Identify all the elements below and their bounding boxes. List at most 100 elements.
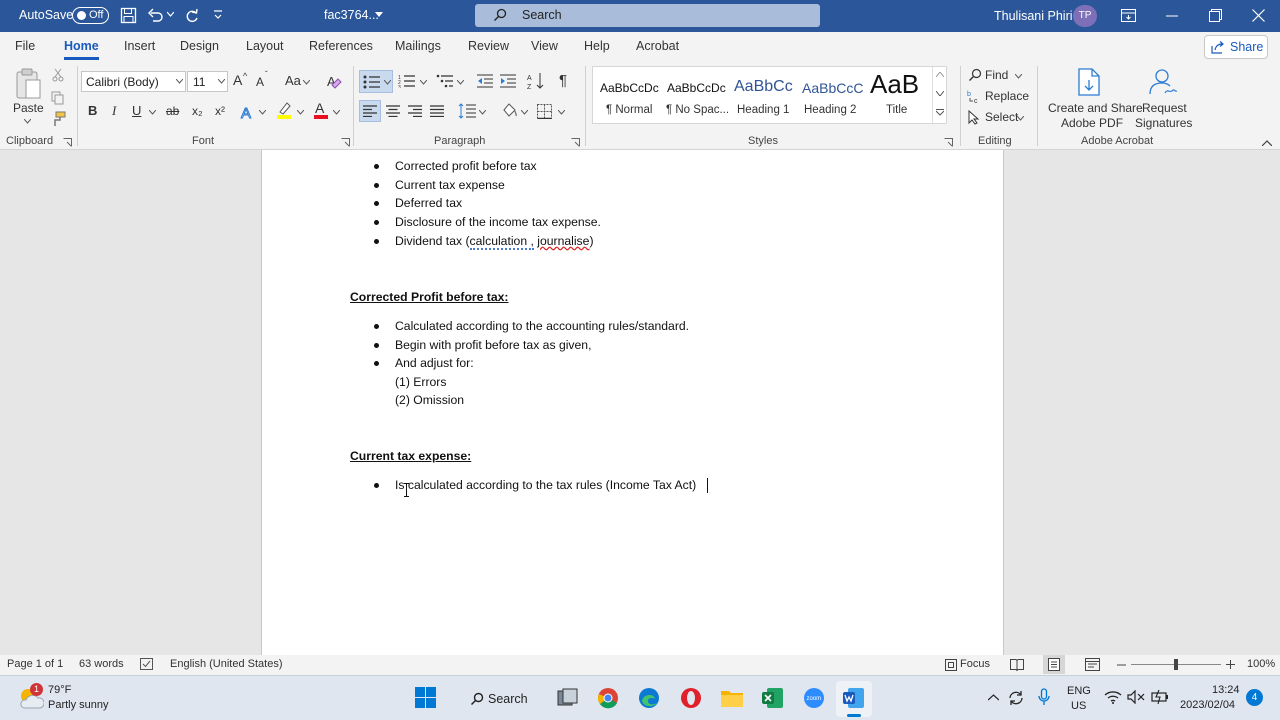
list-item[interactable]: Is calculated according to the tax rules… (395, 478, 696, 492)
input-language-bottom[interactable]: US (1071, 700, 1086, 712)
show-formatting-marks-icon[interactable]: ¶ (559, 72, 567, 89)
taskbar-search-button[interactable]: Search (462, 686, 532, 712)
bold-button[interactable]: B (88, 103, 97, 118)
hidden-icons-chevron-icon[interactable] (988, 694, 999, 701)
redo-icon[interactable] (183, 7, 200, 24)
word-count[interactable]: 63 words (79, 658, 124, 670)
sub-list-item[interactable]: (2) Omission (395, 393, 464, 407)
undo-dropdown-icon[interactable] (167, 10, 174, 18)
paste-button[interactable]: Paste (10, 66, 46, 130)
weather-description[interactable]: Partly sunny (48, 699, 109, 711)
zoom-in-icon[interactable] (1226, 660, 1235, 669)
close-icon[interactable] (1252, 9, 1265, 22)
zoom-level[interactable]: 100% (1247, 658, 1275, 670)
task-view-icon[interactable] (557, 688, 579, 708)
print-layout-button[interactable] (1043, 655, 1065, 674)
copy-icon[interactable] (48, 88, 68, 108)
grow-font-icon[interactable]: A (233, 72, 242, 88)
edge-icon[interactable] (638, 687, 660, 709)
excel-icon[interactable] (762, 687, 784, 709)
underline-button[interactable]: U (132, 103, 141, 118)
list-item-dividend[interactable]: Dividend tax (calculation , journalise) (395, 234, 594, 250)
section-heading[interactable]: Current tax expense: (350, 449, 471, 463)
wifi-icon[interactable] (1104, 690, 1122, 704)
list-item[interactable]: Begin with profit before tax as given, (395, 338, 591, 352)
tab-help[interactable]: Help (584, 39, 610, 53)
create-share-pdf-button[interactable]: Create and Share Adobe PDF (1044, 66, 1143, 130)
word-taskbar-button[interactable] (836, 681, 872, 717)
style-heading1[interactable]: AaBbCc Heading 1 (731, 69, 797, 121)
filename-chevron-icon[interactable] (375, 12, 383, 18)
sub-list-item[interactable]: (1) Errors (395, 375, 446, 389)
file-explorer-icon[interactable] (720, 688, 744, 708)
notification-badge[interactable]: 4 (1246, 689, 1263, 706)
read-mode-icon[interactable] (1010, 658, 1024, 671)
tab-insert[interactable]: Insert (124, 39, 155, 53)
text-effects-icon[interactable]: A (238, 102, 258, 122)
style-title[interactable]: AaB Title (867, 69, 929, 121)
page-count[interactable]: Page 1 of 1 (7, 658, 63, 670)
italic-button[interactable]: I (112, 103, 116, 119)
input-language-top[interactable]: ENG (1067, 685, 1091, 697)
list-item[interactable]: Corrected profit before tax (395, 159, 537, 173)
save-icon[interactable] (120, 7, 137, 24)
clear-formatting-icon[interactable]: A (324, 71, 344, 91)
superscript-button[interactable]: x² (215, 104, 225, 118)
zoom-app-icon[interactable]: zoom (803, 687, 825, 709)
clock-date[interactable]: 2023/02/04 (1180, 699, 1235, 711)
style-normal[interactable]: AaBbCcDc ¶ Normal (595, 69, 660, 121)
avatar[interactable]: TP (1073, 5, 1097, 27)
tab-view[interactable]: View (531, 39, 558, 53)
style-no-spacing[interactable]: AaBbCcDc ¶ No Spac... (662, 69, 729, 121)
list-item[interactable]: Deferred tax (395, 196, 462, 210)
minimize-icon[interactable] (1166, 15, 1178, 17)
zoom-slider-thumb[interactable] (1174, 659, 1178, 670)
opera-icon[interactable] (680, 687, 702, 709)
search-box[interactable]: Search (475, 4, 820, 27)
share-button[interactable]: Share (1204, 35, 1268, 59)
highlight-icon[interactable] (274, 100, 294, 120)
tab-acrobat[interactable]: Acrobat (636, 39, 679, 53)
document-page[interactable]: Corrected profit before tax Current tax … (261, 150, 1004, 655)
clock-time[interactable]: 13:24 (1212, 684, 1240, 696)
tab-layout[interactable]: Layout (246, 39, 284, 53)
cut-icon[interactable] (48, 65, 68, 85)
subscript-button[interactable]: x₂ (192, 104, 203, 118)
tab-review[interactable]: Review (468, 39, 509, 53)
focus-icon[interactable] (945, 659, 957, 671)
language-indicator[interactable]: English (United States) (170, 658, 283, 670)
microphone-icon[interactable] (1038, 688, 1050, 706)
customize-toolbar-icon[interactable] (213, 10, 223, 20)
web-layout-icon[interactable] (1085, 658, 1100, 671)
tab-mailings[interactable]: Mailings (395, 39, 441, 53)
list-item[interactable]: And adjust for: (395, 356, 474, 370)
restore-icon[interactable] (1209, 9, 1222, 22)
section-heading[interactable]: Corrected Profit before tax: (350, 290, 508, 304)
list-item[interactable]: Disclosure of the income tax expense. (395, 215, 601, 229)
document-filename[interactable]: fac3764... (324, 8, 379, 22)
font-color-icon[interactable]: A (311, 100, 331, 120)
styles-scrollbar[interactable] (932, 67, 947, 123)
undo-icon[interactable] (147, 7, 164, 24)
request-signatures-button[interactable]: Request Signatures (1134, 66, 1192, 130)
shrink-font-icon[interactable]: A (256, 75, 264, 89)
list-item[interactable]: Current tax expense (395, 178, 505, 192)
tab-references[interactable]: References (309, 39, 373, 53)
tab-file[interactable]: File (15, 39, 35, 53)
format-painter-icon[interactable] (48, 109, 68, 129)
focus-button[interactable]: Focus (960, 658, 990, 670)
align-left-button[interactable] (359, 100, 381, 122)
font-name-select[interactable]: Calibri (Body) (81, 71, 186, 92)
start-icon[interactable] (415, 687, 437, 709)
autosave-toggle[interactable]: Off (72, 7, 109, 24)
tab-home[interactable]: Home (64, 39, 99, 53)
zoom-out-icon[interactable] (1117, 664, 1126, 666)
ribbon-display-options-icon[interactable] (1121, 9, 1136, 22)
find-button[interactable]: Find (966, 65, 1026, 85)
sync-icon[interactable] (1007, 689, 1025, 707)
font-size-select[interactable]: 11 (187, 71, 228, 92)
select-button[interactable]: Select (966, 108, 1030, 128)
volume-muted-icon[interactable] (1127, 690, 1145, 704)
battery-icon[interactable] (1151, 689, 1169, 705)
tab-design[interactable]: Design (180, 39, 219, 53)
